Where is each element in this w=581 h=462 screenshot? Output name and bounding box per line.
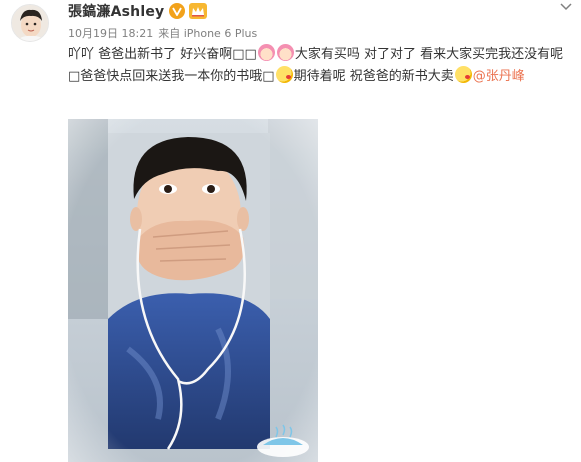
emoji-girl-icon	[276, 44, 294, 61]
post-source: 来自 iPhone 6 Plus	[158, 27, 258, 40]
member-crown-icon[interactable]	[189, 3, 208, 19]
chevron-down-icon	[560, 3, 572, 11]
verified-badge-icon	[169, 3, 186, 19]
post-text-segment-3: 期待着呢 祝爸爸的新书大卖	[293, 69, 454, 84]
post-menu-button[interactable]	[557, 0, 575, 14]
emoji-kiss-icon	[454, 66, 472, 83]
mention-link[interactable]: @张丹峰	[473, 69, 525, 84]
post-photo[interactable]	[68, 119, 318, 462]
post-date[interactable]: 10月19日 18:21	[68, 25, 153, 41]
emoji-kiss-icon	[275, 66, 293, 83]
post-text: 吖吖 爸爸出新书了 好兴奋啊□□ 大家有买吗 对了对了 看来大家买完我还没有呢 □…	[68, 44, 573, 88]
post-text-segment-1: 吖吖 爸爸出新书了 好兴奋啊□□	[68, 47, 257, 62]
author-name[interactable]: 張鎬濂Ashley	[68, 1, 164, 21]
emoji-girl-icon	[257, 44, 275, 61]
avatar[interactable]	[11, 4, 49, 42]
